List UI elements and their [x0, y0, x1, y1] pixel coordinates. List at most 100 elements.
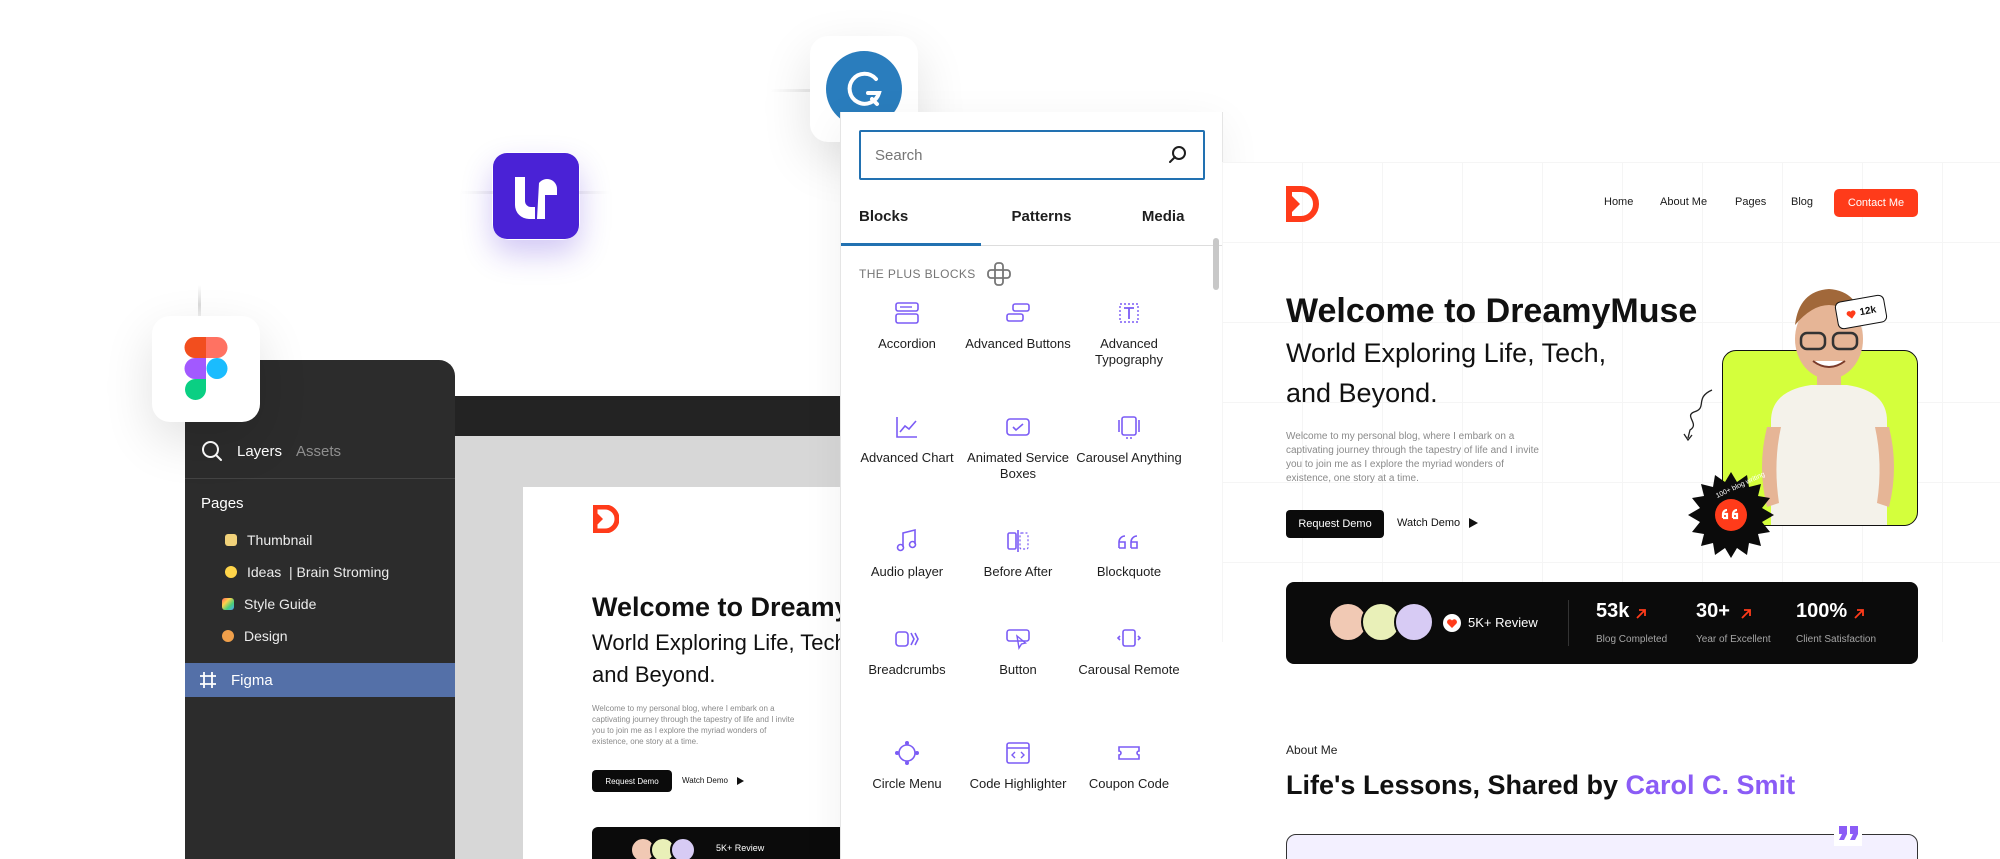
- figma-tabs: Layers Assets: [201, 440, 341, 462]
- mini-hero-title: Welcome to DreamyMuse: [592, 592, 845, 622]
- likes-count: 12k: [1858, 303, 1878, 318]
- block-label: Coupon Code: [1088, 776, 1170, 791]
- tab-blocks[interactable]: Blocks: [841, 200, 981, 246]
- watch-demo-label: Watch Demo: [682, 776, 728, 785]
- nav-pages[interactable]: Pages: [1735, 196, 1766, 208]
- coupon-code-icon: [1118, 746, 1140, 760]
- frame-item-figma[interactable]: Figma: [185, 663, 455, 697]
- page-item-style-guide[interactable]: Style Guide: [222, 596, 316, 612]
- uichemy-app-tile[interactable]: [492, 152, 580, 240]
- rainbow-emoji-icon: [222, 598, 234, 610]
- block-label: Advanced Typography: [1095, 336, 1163, 367]
- advanced-chart-icon: [896, 417, 917, 438]
- search-icon: [1169, 146, 1186, 163]
- search-icon[interactable]: [201, 440, 223, 462]
- about-title: Life's Lessons, Shared by Carol C. Smit: [1286, 770, 1795, 801]
- avatar: [670, 837, 696, 859]
- canvas-frame-preview: Welcome to DreamyMuse World Exploring Li…: [523, 487, 845, 859]
- block-blockquote[interactable]: Blockquote: [1073, 528, 1185, 580]
- palette-emoji-icon: [222, 630, 234, 642]
- block-audio-player[interactable]: Audio player: [851, 528, 963, 580]
- stat-years-value: 30+: [1696, 600, 1730, 622]
- about-name: Carol C. Smit: [1625, 770, 1796, 800]
- stats-bar: 5K+ Review 53k Blog Completed 30+ Year o…: [1286, 582, 1918, 664]
- tab-layers[interactable]: Layers: [237, 443, 282, 460]
- section-label: THE PLUS BLOCKS: [859, 267, 976, 281]
- heart-icon: [1846, 309, 1856, 319]
- block-circle-menu[interactable]: Circle Menu: [851, 740, 963, 792]
- block-label: Button: [999, 662, 1037, 677]
- tab-assets[interactable]: Assets: [296, 443, 341, 460]
- mini-review-label: 5K+ Review: [716, 843, 765, 853]
- stat-satisfaction-label: Client Satisfaction: [1796, 634, 1877, 645]
- block-breadcrumbs[interactable]: Breadcrumbs: [851, 626, 963, 678]
- block-carousel-anything[interactable]: Carousel Anything: [1073, 414, 1185, 466]
- audio-player-icon: [896, 528, 917, 552]
- memo-emoji-icon: [225, 534, 237, 546]
- carousal-remote-icon: [1116, 629, 1142, 647]
- pages-heading: Pages: [201, 495, 244, 512]
- page-item-design[interactable]: Design: [222, 628, 288, 644]
- page-item-ideas[interactable]: Ideas | Brain Stroming: [225, 564, 389, 580]
- block-code-highlighter[interactable]: Code Highlighter: [962, 740, 1074, 792]
- block-label: Animated Service Boxes: [967, 450, 1069, 481]
- about-me-label: About Me: [1286, 743, 1338, 757]
- frame-label: Figma: [231, 671, 273, 689]
- block-label: Advanced Chart: [860, 450, 954, 465]
- figma-app-tile[interactable]: [152, 316, 260, 422]
- block-advanced-buttons[interactable]: Advanced Buttons: [962, 300, 1074, 352]
- nav-about-me[interactable]: About Me: [1660, 196, 1707, 208]
- nav-home[interactable]: Home: [1604, 196, 1633, 208]
- tab-media[interactable]: Media: [1102, 200, 1222, 245]
- dreamymuse-logo-icon[interactable]: [1286, 186, 1320, 222]
- hero-paragraph: Welcome to my personal blog, where I emb…: [1286, 431, 1539, 484]
- block-label: Breadcrumbs: [868, 662, 946, 677]
- arrow-up-right-icon: [1854, 609, 1864, 619]
- stat-blog-completed-label: Blog Completed: [1596, 634, 1668, 645]
- block-label: Circle Menu: [872, 776, 942, 791]
- block-advanced-chart[interactable]: Advanced Chart: [851, 414, 963, 466]
- mini-watch-demo-button[interactable]: Watch Demo: [682, 776, 744, 785]
- avatar: [1394, 602, 1434, 642]
- hero-subtitle: World Exploring Life, Tech,: [1286, 338, 1607, 368]
- heart-badge-icon: [1443, 614, 1461, 632]
- page-item-label: Thumbnail: [247, 532, 313, 548]
- mini-request-demo-button[interactable]: Request Demo: [592, 770, 672, 792]
- scrollbar-thumb[interactable]: [1213, 238, 1219, 290]
- block-label: Blockquote: [1096, 564, 1162, 579]
- page-item-label: Style Guide: [244, 596, 317, 612]
- divider: [1568, 600, 1569, 646]
- mini-hero-subtitle: World Exploring Life, Tech,: [592, 630, 845, 655]
- animated-service-boxes-icon: [1006, 418, 1030, 436]
- canvas-toolbar: [455, 396, 845, 436]
- block-button[interactable]: Button: [962, 626, 1074, 678]
- block-before-after[interactable]: Before After: [962, 528, 1074, 580]
- divider: [185, 478, 455, 479]
- dreamymuse-logo-icon: [593, 505, 619, 533]
- the-plus-logo-icon: [986, 262, 1011, 286]
- watch-demo-label: Watch Demo: [1397, 517, 1461, 529]
- arrow-doodle-icon: [1683, 389, 1713, 442]
- block-label: Advanced Buttons: [965, 336, 1071, 351]
- block-advanced-typography[interactable]: Advanced Typography: [1073, 300, 1185, 368]
- block-accordion[interactable]: Accordion: [851, 300, 963, 352]
- contact-me-button[interactable]: Contact Me: [1834, 189, 1918, 217]
- play-icon: [736, 776, 744, 785]
- button-icon: [1006, 629, 1030, 650]
- block-animated-service-boxes[interactable]: Animated Service Boxes: [962, 414, 1074, 482]
- before-after-icon: [1007, 530, 1029, 552]
- block-carousal-remote[interactable]: Carousal Remote: [1073, 626, 1185, 678]
- watch-demo-button[interactable]: Watch Demo: [1397, 517, 1479, 529]
- page-item-thumbnail[interactable]: Thumbnail: [225, 532, 312, 548]
- bulb-emoji-icon: [225, 566, 237, 578]
- nav-blog[interactable]: Blog: [1791, 196, 1813, 208]
- request-demo-button[interactable]: Request Demo: [1286, 510, 1384, 538]
- block-coupon-code[interactable]: Coupon Code: [1073, 740, 1185, 792]
- hero-subtitle: and Beyond.: [1286, 378, 1438, 408]
- tab-patterns[interactable]: Patterns: [981, 200, 1103, 245]
- play-icon: [1469, 518, 1479, 528]
- arrow-up-right-icon: [1636, 609, 1646, 619]
- accordion-icon: [895, 302, 919, 324]
- block-label: Carousel Anything: [1076, 450, 1182, 465]
- block-search-input[interactable]: Search: [859, 130, 1205, 180]
